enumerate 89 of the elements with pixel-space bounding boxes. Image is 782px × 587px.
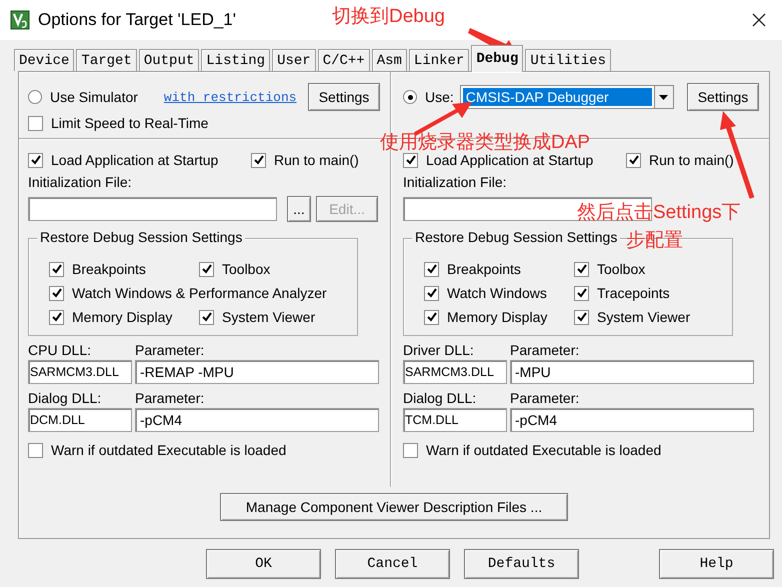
settings-button[interactable]: Settings: [687, 83, 759, 111]
checkbox-label: Warn if outdated Executable is loaded: [51, 442, 286, 458]
caret-icon: [659, 94, 668, 100]
init-file-field[interactable]: [403, 197, 652, 221]
checkbox-label: Watch Windows & Performance Analyzer: [72, 285, 327, 301]
checkbox[interactable]: [28, 116, 43, 130]
checkbox[interactable]: [424, 286, 439, 300]
tab[interactable]: Target: [76, 49, 137, 71]
checkbox[interactable]: [28, 442, 43, 458]
dll-field[interactable]: SARMCM3.DLL: [28, 360, 132, 384]
debugger-dropdown[interactable]: CMSIS-DAP Debugger: [460, 85, 674, 109]
annotation-text: 然后点击Settings下: [577, 201, 742, 225]
group-title: Restore Debug Session Settings: [37, 229, 246, 245]
tab[interactable]: Output: [138, 49, 200, 71]
dialog-button[interactable]: Help: [659, 549, 774, 579]
field-label: Parameter:: [135, 389, 206, 408]
checkbox-label: Memory Display: [72, 309, 172, 325]
checkbox[interactable]: [199, 310, 214, 324]
field-label: Dialog DLL:: [403, 389, 478, 408]
dll-field[interactable]: DCM.DLL: [28, 408, 132, 432]
tab[interactable]: User: [272, 49, 316, 71]
checkbox-label: Run to main(): [274, 152, 359, 168]
dll-field[interactable]: TCM.DLL: [403, 408, 507, 432]
settings-button[interactable]: Settings: [308, 83, 380, 111]
checkbox-label: Breakpoints: [72, 261, 146, 277]
checkbox[interactable]: [403, 442, 418, 458]
radio-label: Use:: [425, 89, 454, 105]
checkbox[interactable]: [574, 262, 589, 276]
tab[interactable]: Utilities: [525, 49, 611, 71]
field-label: Initialization File:: [403, 173, 508, 192]
checkbox-label: Run to main(): [649, 152, 734, 168]
checkbox[interactable]: [49, 262, 64, 276]
restrictions-link[interactable]: with restrictions: [164, 90, 297, 104]
checkbox-label: Load Application at Startup: [426, 152, 594, 168]
field-label: Parameter:: [135, 341, 206, 360]
parameter-field[interactable]: -REMAP -MPU: [135, 360, 379, 384]
checkbox-label: Limit Speed to Real-Time: [51, 115, 208, 131]
parameter-field[interactable]: -pCM4: [510, 408, 754, 432]
checkbox-label: Watch Windows: [447, 285, 547, 301]
tab[interactable]: C/C++: [318, 49, 370, 71]
checkbox-label: System Viewer: [222, 309, 316, 325]
field-label: Parameter:: [510, 341, 580, 360]
checkbox[interactable]: [49, 286, 64, 300]
checkbox[interactable]: [251, 152, 266, 168]
checkbox-label: Warn if outdated Executable is loaded: [426, 442, 662, 458]
checkbox[interactable]: [424, 262, 439, 276]
checkbox-label: Load Application at Startup: [51, 152, 220, 168]
field-label: Parameter:: [510, 389, 580, 408]
field-label: Initialization File:: [28, 173, 132, 192]
checkbox-label: Memory Display: [447, 309, 548, 325]
field-label: Driver DLL:: [403, 341, 475, 360]
checkbox[interactable]: [574, 310, 589, 324]
checkbox[interactable]: [574, 286, 589, 300]
dialog-button[interactable]: Cancel: [335, 549, 450, 579]
checkbox[interactable]: [403, 152, 418, 168]
group-title: Restore Debug Session Settings: [412, 229, 620, 245]
radio-button[interactable]: [28, 90, 42, 104]
radio-label: Use Simulator: [50, 89, 138, 105]
tab[interactable]: Asm: [372, 49, 407, 71]
tab[interactable]: Device: [14, 49, 74, 71]
checkbox[interactable]: [199, 262, 214, 276]
tab[interactable]: Debug: [471, 45, 524, 72]
init-file-field[interactable]: [28, 197, 277, 221]
dialog-button[interactable]: OK: [206, 549, 321, 579]
radio-button[interactable]: [403, 90, 417, 104]
checkbox-label: System Viewer: [597, 309, 690, 325]
field-label: CPU DLL:: [28, 341, 92, 360]
field-label: Dialog DLL:: [28, 389, 102, 408]
annotation-text: 切换到Debug: [332, 5, 446, 29]
checkbox-label: Breakpoints: [447, 261, 521, 277]
window-title: Options for Target 'LED_1': [38, 10, 236, 30]
manage-button[interactable]: Manage Component Viewer Description Files ...: [220, 493, 568, 521]
parameter-field[interactable]: -pCM4: [135, 408, 379, 432]
checkbox[interactable]: [424, 310, 439, 324]
checkbox-label: Toolbox: [222, 261, 270, 277]
dll-field[interactable]: SARMCM3.DLL: [403, 360, 507, 384]
checkbox-label: Tracepoints: [597, 285, 670, 301]
checkbox[interactable]: [49, 310, 64, 324]
browse-button[interactable]: ...: [287, 196, 311, 222]
checkbox-label: Toolbox: [597, 261, 646, 277]
tab[interactable]: Linker: [408, 49, 470, 71]
annotation-text: 使用烧录器类型换成DAP: [380, 131, 592, 154]
parameter-field[interactable]: -MPU: [510, 360, 754, 384]
checkbox[interactable]: [28, 152, 43, 168]
checkbox[interactable]: [626, 152, 641, 168]
app-logo-icon: [10, 10, 30, 30]
annotation-text: 步配置: [626, 229, 684, 253]
tab[interactable]: Listing: [201, 49, 270, 71]
dialog-button[interactable]: Defaults: [464, 549, 579, 579]
